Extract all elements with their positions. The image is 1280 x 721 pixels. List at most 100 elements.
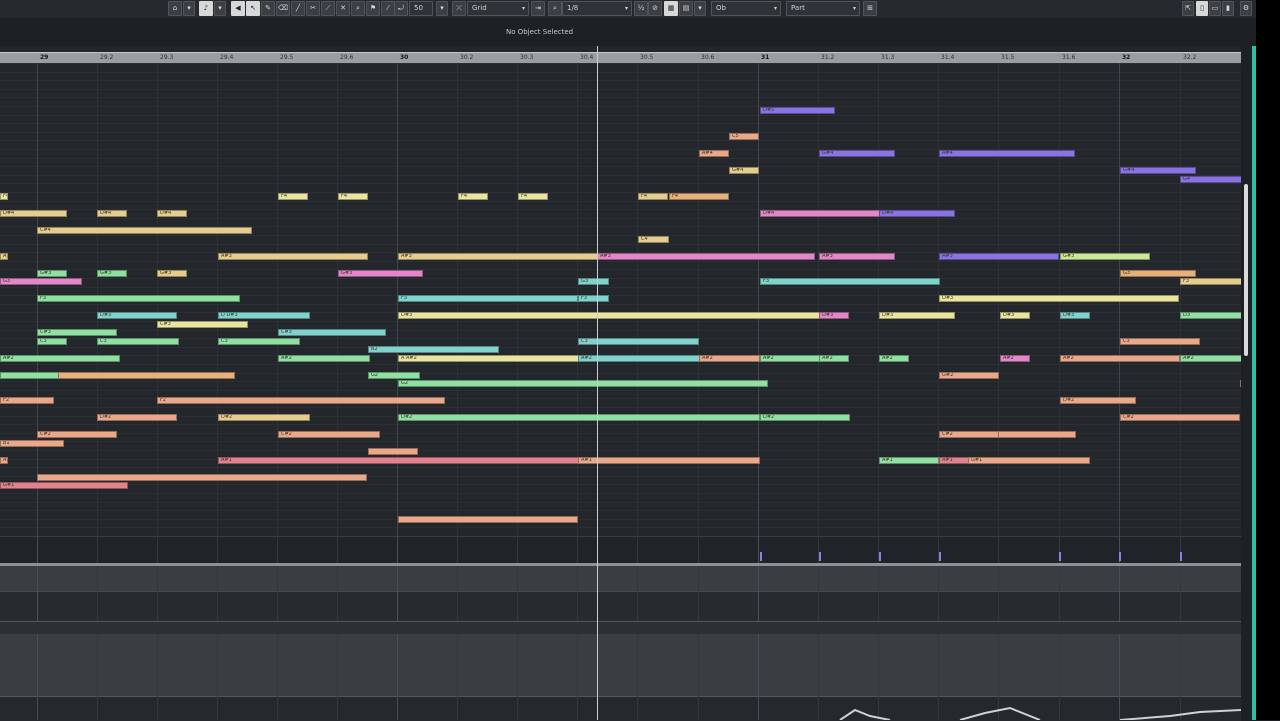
quantize-off-icon[interactable]: ⊘: [648, 1, 662, 16]
midi-note[interactable]: C3: [37, 338, 67, 345]
midi-note[interactable]: D D#3: [218, 312, 310, 319]
midi-note[interactable]: F3: [398, 295, 578, 302]
midi-note[interactable]: G#1: [0, 482, 128, 489]
midi-note[interactable]: D#3: [879, 312, 955, 319]
midi-note[interactable]: A#2: [1060, 355, 1180, 362]
quantize-preset-select[interactable]: 1/8 ▾: [562, 1, 632, 16]
midi-note[interactable]: A#4: [939, 150, 1075, 157]
midi-note[interactable]: D#3: [97, 312, 177, 319]
project-cursor[interactable]: [597, 46, 598, 720]
midi-note[interactable]: F3: [1180, 278, 1241, 285]
draw-tool-icon[interactable]: ✎: [261, 1, 275, 16]
gear-icon[interactable]: ⚙: [1240, 1, 1252, 16]
midi-note[interactable]: A#2: [879, 355, 909, 362]
track-select[interactable]: Ob ▾: [711, 1, 781, 16]
midi-note[interactable]: A#3: [218, 253, 368, 260]
note-display[interactable]: D#5C5A#4G#4A#4G#4G#4G4F4F4F4F4F4F4F4D#4D…: [0, 63, 1241, 536]
midi-note[interactable]: D#2: [760, 414, 850, 421]
midi-note[interactable]: A#2: [0, 355, 120, 362]
midi-note[interactable]: A#1: [879, 457, 939, 464]
velocity-bar[interactable]: [939, 552, 941, 561]
midi-note[interactable]: A#3: [597, 253, 815, 260]
midi-note[interactable]: D#5: [760, 107, 835, 114]
midi-note[interactable]: G#4: [819, 150, 895, 157]
velocity-bar[interactable]: [819, 552, 821, 561]
controller-lane[interactable]: [0, 591, 1241, 622]
midi-note[interactable]: [58, 372, 235, 379]
midi-note[interactable]: C#2: [1120, 414, 1240, 421]
quantize-mode-icon[interactable]: ⇥: [531, 1, 545, 16]
velocity-bar[interactable]: [879, 552, 881, 561]
midi-note[interactable]: A A#2: [398, 355, 588, 362]
velocity-bar[interactable]: [1119, 552, 1121, 561]
midi-note[interactable]: C4: [638, 236, 669, 243]
midi-note[interactable]: D#4: [0, 210, 67, 217]
midi-note[interactable]: A#2: [819, 355, 849, 362]
midi-note[interactable]: F3: [578, 295, 609, 302]
length-dropdown[interactable]: ▾: [694, 1, 706, 16]
velocity-bar[interactable]: [760, 552, 762, 561]
midi-note[interactable]: G#3: [157, 270, 187, 277]
midi-note[interactable]: A#3: [398, 253, 598, 260]
midi-note[interactable]: A#2: [1000, 355, 1030, 362]
midi-note[interactable]: G#2: [939, 372, 999, 379]
tuplet-icon[interactable]: ½: [634, 1, 648, 16]
midi-note[interactable]: G#3: [338, 270, 423, 277]
part-select[interactable]: Part ▾: [786, 1, 860, 16]
midi-note[interactable]: C3: [97, 338, 179, 345]
midi-note[interactable]: A#2: [1180, 355, 1241, 362]
midi-note[interactable]: D#2: [97, 414, 177, 421]
midi-note[interactable]: D#3: [939, 295, 1179, 302]
grid-type-select[interactable]: Grid ▾: [467, 1, 529, 16]
midi-note[interactable]: A#1: [218, 457, 590, 464]
midi-note[interactable]: G2: [368, 372, 420, 379]
length-icon[interactable]: ▤: [679, 1, 693, 16]
midi-note[interactable]: F2: [0, 397, 54, 404]
midi-note[interactable]: C3: [1120, 338, 1200, 345]
midi-note[interactable]: F4: [458, 193, 488, 200]
acoustic-feedback-icon[interactable]: ♪: [199, 1, 213, 16]
trim-tool-icon[interactable]: ╱: [291, 1, 305, 16]
snap-dropdown[interactable]: ▾: [183, 1, 195, 16]
midi-note[interactable]: G#3: [97, 270, 127, 277]
midi-note[interactable]: C#3: [37, 329, 117, 336]
midi-note[interactable]: B1: [0, 440, 64, 447]
midi-note[interactable]: [398, 516, 578, 523]
scrollbar-thumb[interactable]: [1244, 184, 1248, 356]
midi-note[interactable]: C#3: [157, 321, 248, 328]
insert-length-icon[interactable]: ▦: [664, 1, 678, 16]
snap-toggle[interactable]: ⌂: [168, 1, 182, 16]
midi-note[interactable]: [998, 431, 1076, 438]
midi-note[interactable]: F4: [0, 193, 8, 200]
midi-note[interactable]: G4: [1180, 176, 1241, 183]
auto-scroll-dropdown[interactable]: ▾: [214, 1, 226, 16]
midi-note[interactable]: B2: [368, 346, 499, 353]
midi-note[interactable]: C3: [218, 338, 300, 345]
midi-note[interactable]: A#2: [278, 355, 370, 362]
midi-note[interactable]: [368, 448, 418, 455]
midi-note[interactable]: D#2: [218, 414, 310, 421]
midi-note[interactable]: F4: [518, 193, 548, 200]
grid-icon[interactable]: ⤫: [452, 1, 466, 16]
object-selection-tool-icon[interactable]: ↖: [246, 1, 260, 16]
midi-note[interactable]: F4: [669, 193, 729, 200]
midi-note[interactable]: C#2: [37, 431, 117, 438]
color-tool-icon[interactable]: ⚑: [366, 1, 380, 16]
layout-center-icon[interactable]: ▭: [1209, 1, 1221, 16]
midi-note[interactable]: F4: [278, 193, 308, 200]
midi-note[interactable]: D#4: [157, 210, 187, 217]
midi-note[interactable]: A#1: [578, 457, 760, 464]
midi-note[interactable]: [37, 474, 367, 481]
mute-tool-icon[interactable]: ✕: [336, 1, 350, 16]
glue-tool-icon[interactable]: ⟋: [321, 1, 335, 16]
midi-note[interactable]: G3: [578, 278, 609, 285]
midi-note[interactable]: A#1: [939, 457, 969, 464]
midi-note[interactable]: C#2: [939, 431, 999, 438]
controller-lane[interactable]: [0, 634, 1241, 696]
midi-note[interactable]: A#2: [699, 355, 760, 362]
midi-note[interactable]: D#3: [819, 312, 849, 319]
midi-note[interactable]: G3: [0, 278, 82, 285]
velocity-bar[interactable]: [1059, 552, 1061, 561]
line-tool-icon[interactable]: ⁄: [381, 1, 395, 16]
midi-note[interactable]: F4: [638, 193, 668, 200]
